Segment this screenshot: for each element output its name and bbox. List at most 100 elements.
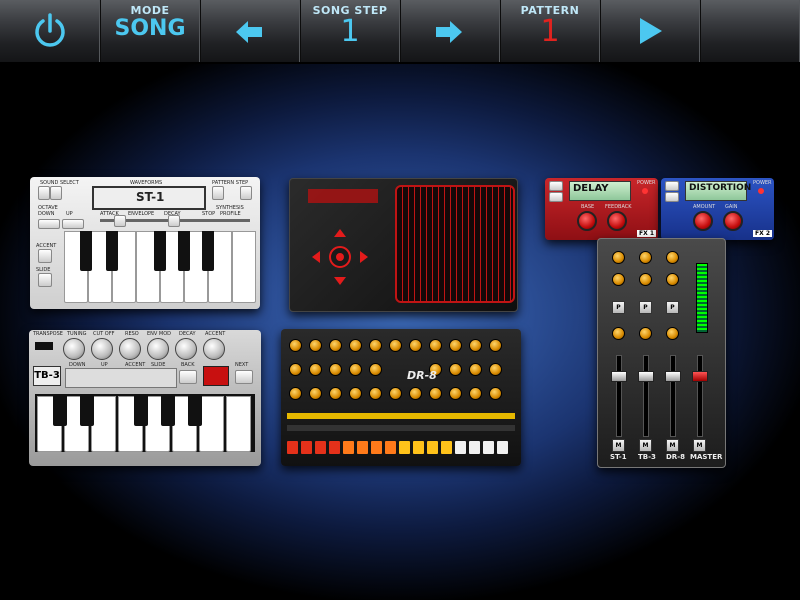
accent-button[interactable] [38,249,52,263]
key-black[interactable] [80,231,92,271]
power-icon[interactable] [30,11,70,51]
fx1-base-knob[interactable] [577,211,597,231]
tb3-cutoff-knob[interactable] [91,338,113,360]
mixer-pan-knob[interactable] [666,327,679,340]
st1-synth[interactable]: SOUND SELECT WAVEFORMS PATTERN STEP ST-1… [30,177,260,309]
dr8-knob[interactable] [389,339,402,352]
step-prev-button[interactable] [212,186,224,200]
tb3-tuning-knob[interactable] [63,338,85,360]
key-black[interactable] [161,396,175,426]
mode-selector[interactable]: MODE SONG [100,0,201,62]
tb3-accent-knob[interactable] [203,338,225,360]
dr8-step-button[interactable] [357,441,368,454]
step-next-button[interactable] [240,186,252,200]
dr8-step-button[interactable] [343,441,354,454]
dr8-step-button[interactable] [441,441,452,454]
dr8-knob[interactable] [289,339,302,352]
pattern-display[interactable]: PATTERN 1 [500,0,601,62]
dr8-step-button[interactable] [315,441,326,454]
dr8-knob[interactable] [449,339,462,352]
key-black[interactable] [188,396,202,426]
dr8-step-button[interactable] [427,441,438,454]
slide-button[interactable] [38,273,52,287]
dr8-knob[interactable] [409,339,422,352]
dr8-knob[interactable] [289,363,302,376]
dr8-knob[interactable] [329,339,342,352]
attack-slider[interactable] [114,215,126,227]
dr8-knob[interactable] [429,339,442,352]
dr8-step-button[interactable] [329,441,340,454]
fx1-delay-unit[interactable]: DELAY POWER BASE FEEDBACK FX 1 [545,178,658,240]
mixer-solo-button[interactable]: P [612,301,625,314]
dr8-knob[interactable] [489,387,502,400]
tb3-switch[interactable] [35,342,53,350]
mixer-send-knob[interactable] [666,273,679,286]
key-white[interactable] [91,396,116,452]
drum-pad[interactable] [289,178,518,312]
sound-prev-button[interactable] [38,186,50,200]
dr8-knob[interactable] [449,387,462,400]
dr8-knob[interactable] [429,387,442,400]
tb3-reso-knob[interactable] [119,338,141,360]
key-white[interactable] [199,396,224,452]
dr8-step-button[interactable] [301,441,312,454]
key-black[interactable] [80,396,94,426]
mixer-mute-button[interactable]: M [612,439,625,452]
dr8-knob[interactable] [329,363,342,376]
dr8-knob[interactable] [309,387,322,400]
mixer-mute-button[interactable]: M [693,439,706,452]
dr8-knob[interactable] [289,387,302,400]
fx2-down-button[interactable] [665,192,679,202]
tb3-next-button[interactable] [235,370,253,384]
dr8-step-button[interactable] [455,441,466,454]
tb3-bass-synth[interactable]: TRANSPOSE TUNING CUT OFF RESO ENV MOD DE… [29,330,261,466]
dr8-knob[interactable] [309,339,322,352]
mixer-send-knob[interactable] [639,273,652,286]
next-step-button[interactable] [400,0,501,62]
dr8-knob[interactable] [349,387,362,400]
decay-slider[interactable] [168,215,180,227]
fx2-gain-knob[interactable] [723,211,743,231]
fx2-up-button[interactable] [665,181,679,191]
mixer-mute-button[interactable]: M [666,439,679,452]
fx2-amount-knob[interactable] [693,211,713,231]
key-black[interactable] [106,231,118,271]
dr8-knob[interactable] [349,339,362,352]
fx1-power-led[interactable] [642,188,648,194]
fx1-feedback-knob[interactable] [607,211,627,231]
tb3-decay-knob[interactable] [175,338,197,360]
dr8-knob[interactable] [449,363,462,376]
key-black[interactable] [134,396,148,426]
dr8-knob[interactable] [469,363,482,376]
mixer-fader[interactable] [611,371,627,382]
key-white[interactable] [226,396,251,452]
mixer-fader[interactable] [638,371,654,382]
mixer-mute-button[interactable]: M [639,439,652,452]
dr8-knob[interactable] [409,387,422,400]
dr8-knob[interactable] [469,339,482,352]
sound-next-button[interactable] [50,186,62,200]
octave-up-button[interactable] [62,219,84,229]
dr8-step-button[interactable] [371,441,382,454]
key-black[interactable] [53,396,67,426]
dr8-knob[interactable] [489,339,502,352]
dr8-step-button[interactable] [385,441,396,454]
dr8-knob[interactable] [369,363,382,376]
dr8-knob[interactable] [329,387,342,400]
dr8-step-button[interactable] [287,441,298,454]
mixer-solo-button[interactable]: P [639,301,652,314]
mixer-send-knob[interactable] [639,251,652,264]
octave-down-button[interactable] [38,219,60,229]
mixer[interactable]: P M P M P M M ST-1 TB-3 DR-8 MASTER [597,238,726,468]
power-cell[interactable] [0,0,101,62]
dr8-step-button[interactable] [469,441,480,454]
dr8-step-button[interactable] [413,441,424,454]
mixer-pan-knob[interactable] [639,327,652,340]
dr8-step-button[interactable] [497,441,508,454]
tb3-envmod-knob[interactable] [147,338,169,360]
key-black[interactable] [154,231,166,271]
dr8-step-button[interactable] [483,441,494,454]
dr8-knob[interactable] [369,339,382,352]
mixer-send-knob[interactable] [612,273,625,286]
xy-pad-grid[interactable] [395,185,515,303]
